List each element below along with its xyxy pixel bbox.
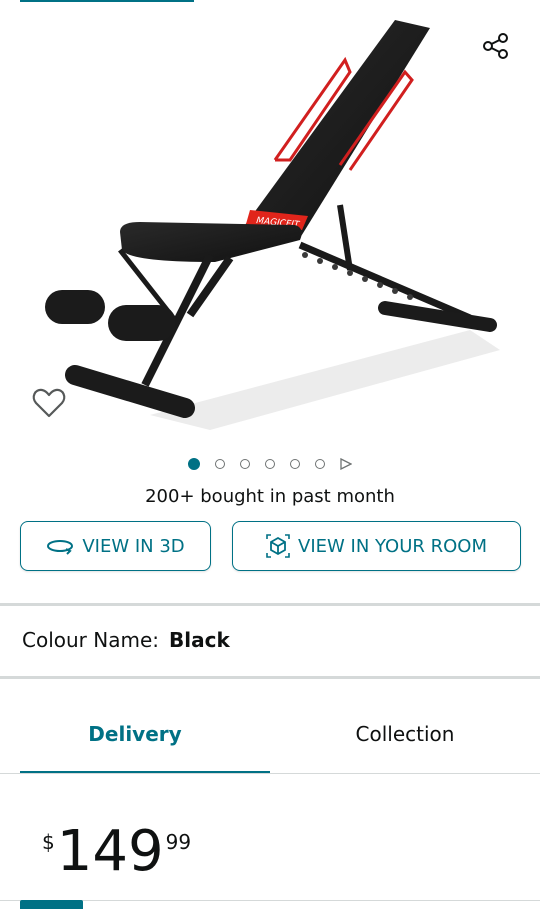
carousel-dot-3[interactable]: [240, 459, 250, 469]
heart-icon: [32, 388, 66, 418]
tab-collection[interactable]: Collection: [270, 700, 540, 774]
price-fraction: 99: [165, 830, 192, 854]
view-in-your-room-button[interactable]: VIEW IN YOUR ROOM: [232, 521, 521, 571]
carousel-dot-2[interactable]: [215, 459, 225, 469]
fulfilment-tabs: Delivery Collection: [0, 700, 540, 774]
share-icon: [483, 33, 508, 59]
view-in-3d-label: VIEW IN 3D: [82, 535, 185, 557]
cube-ar-icon: [266, 534, 290, 558]
price-currency-symbol: $: [42, 830, 55, 854]
view-in-3d-button[interactable]: VIEW IN 3D: [20, 521, 211, 571]
section-divider: [0, 676, 540, 679]
colour-value: Black: [169, 628, 230, 652]
share-button[interactable]: [478, 28, 514, 64]
carousel-dot-4[interactable]: [265, 459, 275, 469]
rotate-3d-icon: [47, 540, 74, 555]
section-divider: [0, 603, 540, 606]
colour-label: Colour Name:: [22, 628, 159, 652]
bottom-accent-bar: [20, 900, 83, 909]
wishlist-button[interactable]: [30, 384, 68, 422]
tab-delivery[interactable]: Delivery: [0, 700, 270, 774]
carousel-video-dot[interactable]: [340, 458, 352, 470]
price: $ 149 99: [42, 818, 191, 886]
bought-in-past-month: 200+ bought in past month: [145, 486, 395, 507]
carousel-pagination: [0, 455, 540, 473]
play-icon: [340, 458, 352, 470]
price-whole: 149: [56, 819, 164, 884]
carousel-dot-6[interactable]: [315, 459, 325, 469]
carousel-dot-1[interactable]: [188, 458, 200, 470]
tabs-divider: [0, 773, 540, 774]
product-image-carousel[interactable]: MAGICFIT: [0, 0, 540, 440]
view-in-your-room-label: VIEW IN YOUR ROOM: [298, 535, 487, 557]
colour-selector[interactable]: Colour Name: Black: [22, 628, 230, 652]
carousel-dot-5[interactable]: [290, 459, 300, 469]
product-image: MAGICFIT: [45, 20, 500, 430]
